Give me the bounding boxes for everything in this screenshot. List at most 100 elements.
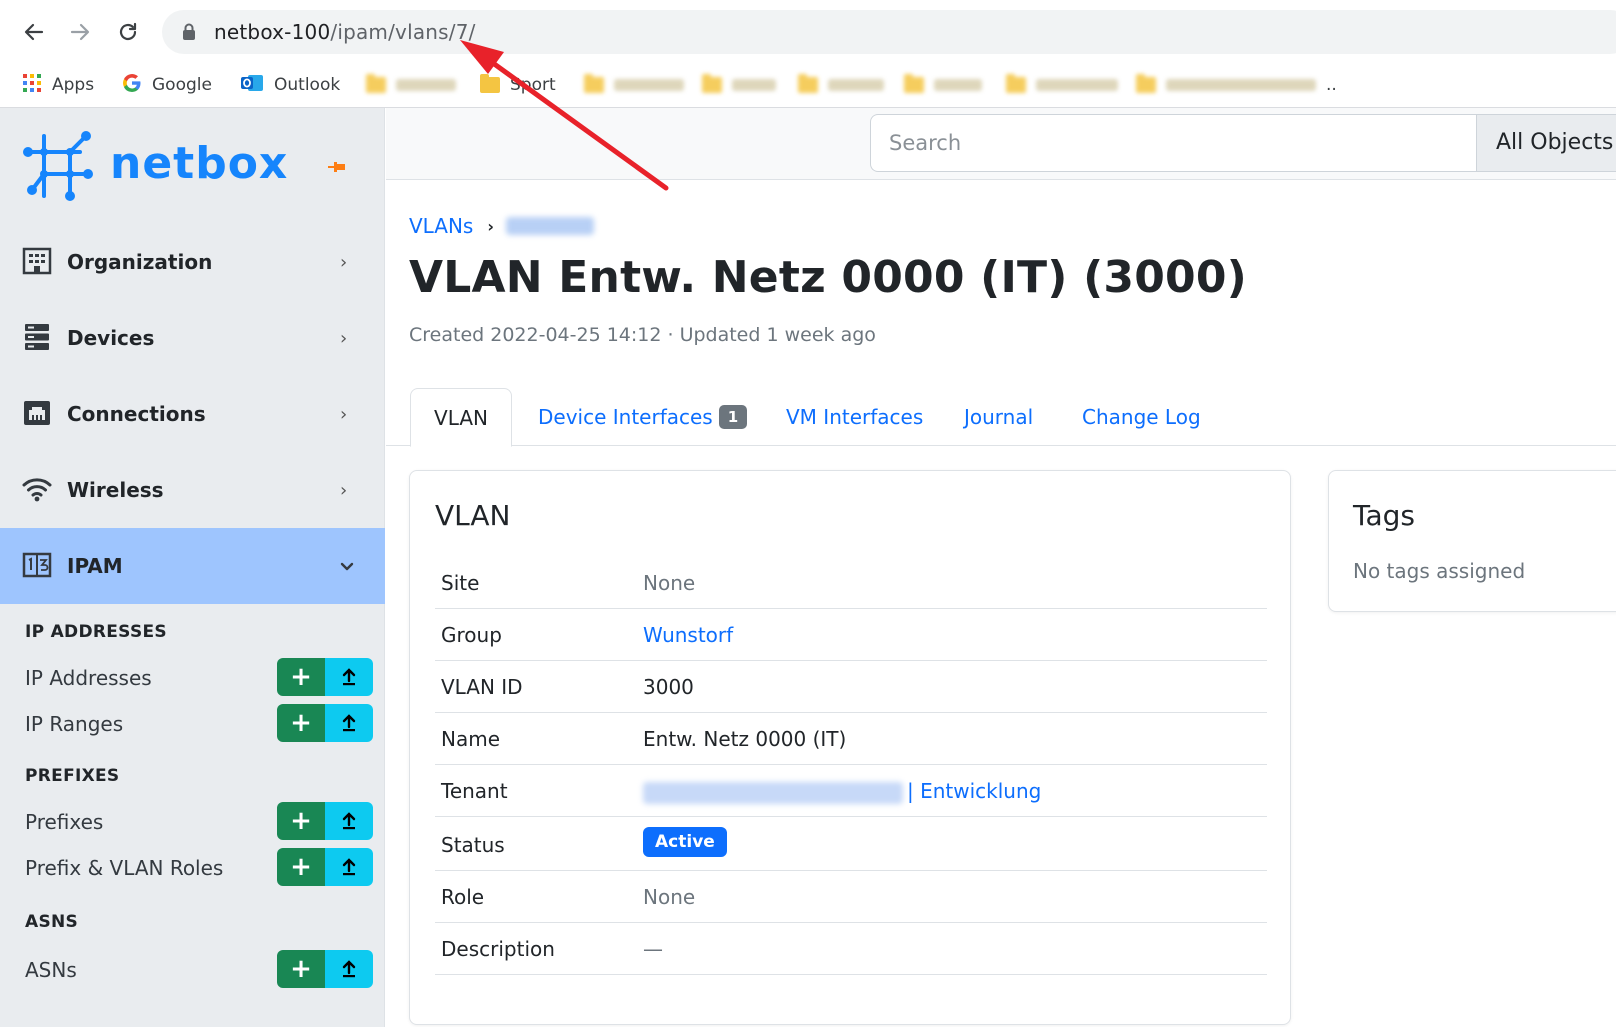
plus-icon: + (290, 708, 312, 738)
outlook-icon (240, 72, 264, 99)
bookmark-apps[interactable]: Apps (22, 70, 94, 100)
vlan-card: VLAN Site None Group Wunstorf VLAN ID 30… (409, 470, 1291, 1025)
status-value: Active (643, 827, 727, 857)
tags-card: Tags No tags assigned (1328, 470, 1616, 612)
import-button[interactable] (325, 802, 373, 840)
breadcrumb-redacted-link[interactable] (505, 217, 594, 235)
upload-icon (342, 858, 356, 876)
attr-key: Group (441, 623, 502, 647)
tenant-link[interactable]: | Entwicklung (907, 779, 1041, 803)
blurred-bookmark[interactable] (584, 73, 684, 97)
nav-item-ip-addresses[interactable]: IP Addresses + (25, 658, 375, 696)
blurred-bookmark[interactable] (1006, 73, 1118, 97)
bookmark-google[interactable]: Google (122, 70, 212, 100)
url-text[interactable]: netbox-100/ipam/vlans/7/ (214, 20, 476, 44)
page-meta: Created 2022-04-25 14:12 · Updated 1 wee… (409, 324, 876, 346)
import-button[interactable] (325, 658, 373, 696)
tab-vlan[interactable]: VLAN (410, 388, 512, 447)
blurred-bookmark[interactable] (702, 73, 776, 97)
tab-label: VM Interfaces (786, 405, 924, 429)
object-tabs: VLAN Device Interfaces 1 VM Interfaces J… (386, 388, 1616, 447)
menu-item-ipam[interactable]: IPAM (0, 528, 385, 604)
ipam-icon (22, 550, 52, 580)
menu-label: Devices (67, 326, 155, 350)
back-arrow-icon[interactable] (16, 14, 52, 50)
status-badge: Active (643, 827, 727, 857)
blurred-bookmark[interactable] (798, 73, 884, 97)
attr-value: None (643, 571, 696, 595)
plus-icon: + (290, 806, 312, 836)
nav-item-prefix-vlan-roles[interactable]: Prefix & VLAN Roles + (25, 848, 375, 886)
tab-label: Device Interfaces (538, 405, 713, 429)
bookmark-outlook[interactable]: Outlook (240, 70, 340, 100)
tab-change-log[interactable]: Change Log (1082, 388, 1201, 446)
bookmark-sport[interactable]: Sport (480, 70, 556, 100)
bookmarks-bar: Apps Google Outlook Sport .. (0, 62, 1616, 108)
table-row: Name Entw. Netz 0000 (IT) (435, 713, 1267, 765)
add-button[interactable]: + (277, 848, 325, 886)
attr-key: Status (441, 833, 505, 857)
chevron-right-icon: › (340, 479, 348, 501)
chevron-right-icon: › (340, 403, 348, 425)
nav-label[interactable]: Prefix & VLAN Roles (25, 856, 223, 880)
table-row: Group Wunstorf (435, 609, 1267, 661)
nav-item-prefixes[interactable]: Prefixes + (25, 802, 375, 840)
import-button[interactable] (325, 704, 373, 742)
tab-journal[interactable]: Journal (964, 388, 1033, 446)
add-button[interactable]: + (277, 950, 325, 988)
search-input[interactable] (870, 114, 1476, 172)
bookmarks-overflow[interactable]: .. (1326, 70, 1337, 100)
add-button[interactable]: + (277, 658, 325, 696)
breadcrumb-vlans-link[interactable]: VLANs (409, 214, 473, 238)
address-bar[interactable]: netbox-100/ipam/vlans/7/ (162, 10, 1616, 54)
empty-tags-text: No tags assigned (1353, 559, 1526, 583)
table-row: Description — (435, 923, 1267, 975)
search-scope-dropdown[interactable]: All Objects (1476, 114, 1616, 172)
nav-label[interactable]: Prefixes (25, 810, 103, 834)
menu-label: IPAM (67, 554, 123, 578)
nav-item-asns[interactable]: ASNs + (25, 950, 375, 988)
attr-value: Entw. Netz 0000 (IT) (643, 727, 847, 751)
menu-item-wireless[interactable]: Wireless › (0, 452, 385, 528)
action-buttons: + (277, 802, 373, 840)
netbox-logo-icon (23, 131, 93, 201)
group-link[interactable]: Wunstorf (643, 623, 733, 647)
menu-item-connections[interactable]: Connections › (0, 376, 385, 452)
blurred-bookmark[interactable] (366, 73, 456, 97)
plus-icon: + (290, 954, 312, 984)
tenant-value[interactable]: | Entwicklung (643, 779, 1041, 804)
menu-item-devices[interactable]: Devices › (0, 300, 385, 376)
upload-icon (342, 668, 356, 686)
menu-label: Organization (67, 250, 213, 274)
reload-icon[interactable] (110, 14, 146, 50)
blurred-bookmark[interactable] (904, 73, 982, 97)
tab-device-interfaces[interactable]: Device Interfaces 1 (538, 388, 748, 446)
bookmark-label: Sport (510, 75, 556, 95)
nav-label[interactable]: IP Ranges (25, 712, 123, 736)
add-button[interactable]: + (277, 802, 325, 840)
import-button[interactable] (325, 848, 373, 886)
bookmark-label: Outlook (274, 75, 341, 95)
apps-grid-icon (22, 73, 42, 98)
attr-key: Role (441, 885, 485, 909)
nav-label[interactable]: IP Addresses (25, 666, 152, 690)
tab-label: Change Log (1082, 405, 1201, 429)
netbox-logo[interactable]: netbox (22, 130, 287, 210)
tab-label: Journal (964, 405, 1034, 429)
google-icon (122, 73, 142, 98)
pin-icon[interactable] (328, 158, 346, 177)
attr-key: Site (441, 571, 480, 595)
browser-toolbar: netbox-100/ipam/vlans/7/ (0, 0, 1616, 62)
table-row: Tenant | Entwicklung (435, 765, 1267, 817)
sidebar: netbox Organization › Devices › Connecti… (0, 108, 385, 1027)
nav-label[interactable]: ASNs (25, 958, 77, 982)
table-row: Status Active (435, 817, 1267, 871)
add-button[interactable]: + (277, 704, 325, 742)
blurred-bookmark[interactable] (1136, 73, 1316, 97)
tab-vm-interfaces[interactable]: VM Interfaces (786, 388, 923, 446)
card-title: Tags (1353, 499, 1415, 532)
menu-item-organization[interactable]: Organization › (0, 224, 385, 300)
import-button[interactable] (325, 950, 373, 988)
forward-arrow-icon[interactable] (62, 14, 98, 50)
nav-item-ip-ranges[interactable]: IP Ranges + (25, 704, 375, 742)
